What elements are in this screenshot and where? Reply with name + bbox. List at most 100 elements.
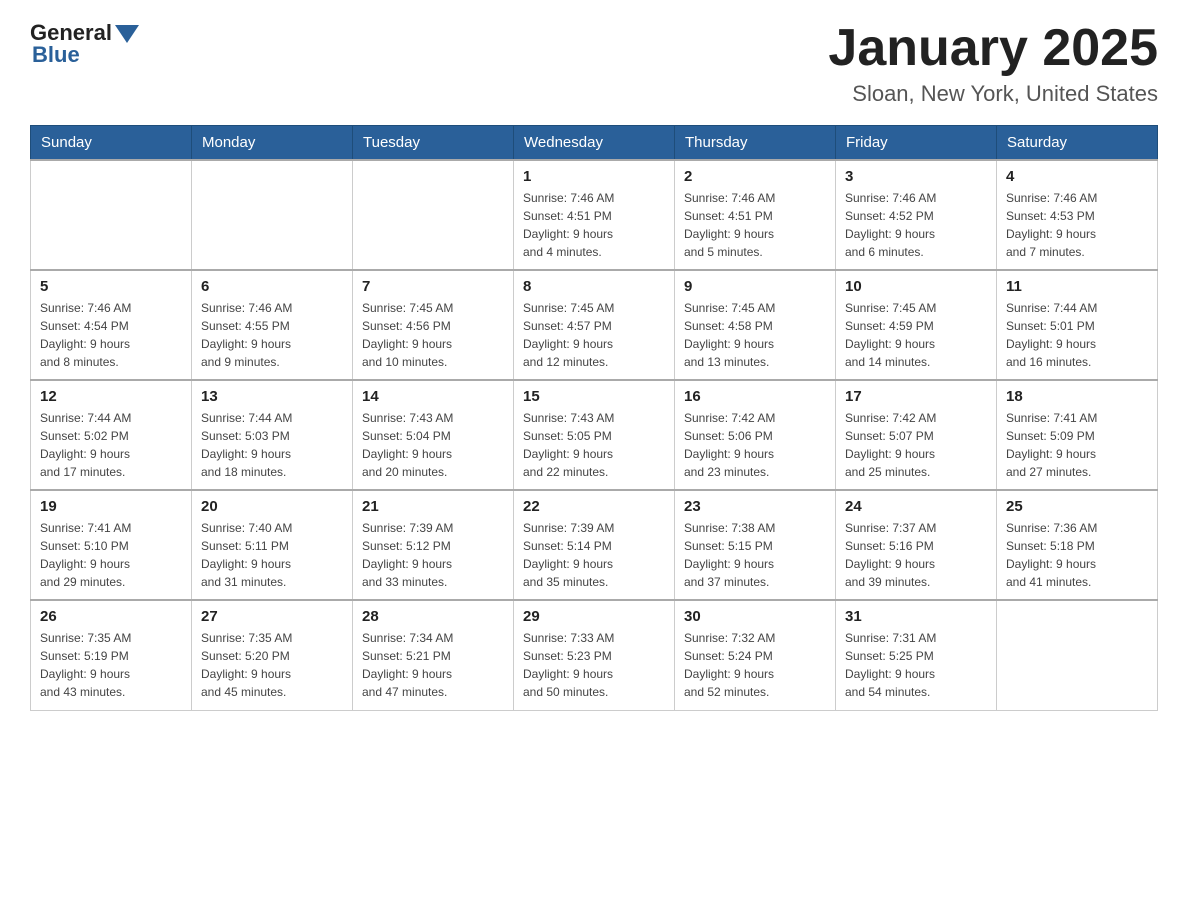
title-section: January 2025 Sloan, New York, United Sta… [828,20,1158,107]
day-info: Sunrise: 7:46 AMSunset: 4:52 PMDaylight:… [845,189,987,261]
table-row: 24 Sunrise: 7:37 AMSunset: 5:16 PMDayligh… [836,490,997,600]
day-number: 17 [845,388,987,405]
day-info: Sunrise: 7:35 AMSunset: 5:19 PMDaylight:… [40,629,182,701]
day-number: 4 [1006,168,1148,185]
table-row: 25Sunrise: 7:36 AMSunset: 5:18 PMDayligh… [997,490,1158,600]
day-number: 22 [523,498,665,515]
day-info: Sunrise: 7:46 AMSunset: 4:53 PMDaylight:… [1006,189,1148,261]
day-number: 14 [362,388,504,405]
page-header: General Blue January 2025 Sloan, New Yor… [30,20,1158,107]
day-info: Sunrise: 7:35 AMSunset: 5:20 PMDaylight:… [201,629,343,701]
day-number: 16 [684,388,826,405]
day-info: Sunrise: 7:46 AMSunset: 4:55 PMDaylight:… [201,299,343,371]
table-row: 21Sunrise: 7:39 AMSunset: 5:12 PMDayligh… [353,490,514,600]
table-row: 29Sunrise: 7:33 AMSunset: 5:23 PMDayligh… [514,600,675,710]
table-row [192,160,353,270]
calendar-table: SundayMondayTuesdayWednesdayThursdayFrid… [30,125,1158,711]
day-number: 11 [1006,278,1148,295]
table-row: 12 Sunrise: 7:44 AMSunset: 5:02 PMDayligh… [31,380,192,490]
header-monday: Monday [192,126,353,161]
day-number: 19 [40,498,182,515]
table-row: 6 Sunrise: 7:46 AMSunset: 4:55 PMDaylight… [192,270,353,380]
day-info: Sunrise: 7:44 AMSunset: 5:01 PMDaylight:… [1006,299,1148,371]
calendar-subtitle: Sloan, New York, United States [828,81,1158,107]
header-saturday: Saturday [997,126,1158,161]
table-row: 14 Sunrise: 7:43 AMSunset: 5:04 PMDayligh… [353,380,514,490]
day-number: 20 [201,498,343,515]
table-row: 13 Sunrise: 7:44 AMSunset: 5:03 PMDayligh… [192,380,353,490]
day-info: Sunrise: 7:31 AMSunset: 5:25 PMDaylight:… [845,629,987,701]
day-info: Sunrise: 7:43 AMSunset: 5:04 PMDaylight:… [362,409,504,481]
day-number: 6 [201,278,343,295]
day-info: Sunrise: 7:41 AMSunset: 5:09 PMDaylight:… [1006,409,1148,481]
day-info: Sunrise: 7:44 AMSunset: 5:03 PMDaylight:… [201,409,343,481]
day-info: Sunrise: 7:45 AMSunset: 4:58 PMDaylight:… [684,299,826,371]
day-number: 18 [1006,388,1148,405]
table-row: 11 Sunrise: 7:44 AMSunset: 5:01 PMDayligh… [997,270,1158,380]
table-row: 19Sunrise: 7:41 AMSunset: 5:10 PMDayligh… [31,490,192,600]
table-row: 27 Sunrise: 7:35 AMSunset: 5:20 PMDayligh… [192,600,353,710]
table-row: 2 Sunrise: 7:46 AMSunset: 4:51 PMDaylight… [675,160,836,270]
table-row: 16 Sunrise: 7:42 AMSunset: 5:06 PMDayligh… [675,380,836,490]
day-number: 10 [845,278,987,295]
day-info: Sunrise: 7:43 AMSunset: 5:05 PMDaylight:… [523,409,665,481]
table-row: 17 Sunrise: 7:42 AMSunset: 5:07 PMDayligh… [836,380,997,490]
day-number: 12 [40,388,182,405]
day-number: 2 [684,168,826,185]
day-info: Sunrise: 7:46 AMSunset: 4:51 PMDaylight:… [523,189,665,261]
day-info: Sunrise: 7:45 AMSunset: 4:57 PMDaylight:… [523,299,665,371]
table-row: 3 Sunrise: 7:46 AMSunset: 4:52 PMDaylight… [836,160,997,270]
day-number: 5 [40,278,182,295]
table-row: 8 Sunrise: 7:45 AMSunset: 4:57 PMDaylight… [514,270,675,380]
table-row: 9 Sunrise: 7:45 AMSunset: 4:58 PMDaylight… [675,270,836,380]
header-wednesday: Wednesday [514,126,675,161]
day-info: Sunrise: 7:42 AMSunset: 5:07 PMDaylight:… [845,409,987,481]
table-row: 22Sunrise: 7:39 AMSunset: 5:14 PMDayligh… [514,490,675,600]
day-info: Sunrise: 7:44 AMSunset: 5:02 PMDaylight:… [40,409,182,481]
calendar-header: SundayMondayTuesdayWednesdayThursdayFrid… [31,126,1158,161]
table-row [353,160,514,270]
day-info: Sunrise: 7:40 AMSunset: 5:11 PMDaylight:… [201,519,343,591]
table-row: 26 Sunrise: 7:35 AMSunset: 5:19 PMDayligh… [31,600,192,710]
day-number: 23 [684,498,826,515]
day-info: Sunrise: 7:36 AMSunset: 5:18 PMDaylight:… [1006,519,1148,591]
day-number: 31 [845,608,987,625]
header-sunday: Sunday [31,126,192,161]
day-number: 28 [362,608,504,625]
day-number: 7 [362,278,504,295]
day-info: Sunrise: 7:34 AMSunset: 5:21 PMDaylight:… [362,629,504,701]
day-info: Sunrise: 7:37 AMSunset: 5:16 PMDaylight:… [845,519,987,591]
header-tuesday: Tuesday [353,126,514,161]
day-number: 24 [845,498,987,515]
day-number: 26 [40,608,182,625]
day-info: Sunrise: 7:42 AMSunset: 5:06 PMDaylight:… [684,409,826,481]
day-number: 27 [201,608,343,625]
table-row [31,160,192,270]
table-row: 20 Sunrise: 7:40 AMSunset: 5:11 PMDayligh… [192,490,353,600]
header-thursday: Thursday [675,126,836,161]
table-row: 1 Sunrise: 7:46 AMSunset: 4:51 PMDaylight… [514,160,675,270]
table-row [997,600,1158,710]
day-number: 9 [684,278,826,295]
day-info: Sunrise: 7:39 AMSunset: 5:12 PMDaylight:… [362,519,504,591]
table-row: 10 Sunrise: 7:45 AMSunset: 4:59 PMDayligh… [836,270,997,380]
table-row: 31 Sunrise: 7:31 AMSunset: 5:25 PMDayligh… [836,600,997,710]
table-row: 18 Sunrise: 7:41 AMSunset: 5:09 PMDayligh… [997,380,1158,490]
day-number: 8 [523,278,665,295]
day-info: Sunrise: 7:38 AMSunset: 5:15 PMDaylight:… [684,519,826,591]
day-info: Sunrise: 7:45 AMSunset: 4:56 PMDaylight:… [362,299,504,371]
day-info: Sunrise: 7:45 AMSunset: 4:59 PMDaylight:… [845,299,987,371]
table-row: 30 Sunrise: 7:32 AMSunset: 5:24 PMDayligh… [675,600,836,710]
day-number: 15 [523,388,665,405]
day-number: 3 [845,168,987,185]
day-number: 30 [684,608,826,625]
table-row: 23 Sunrise: 7:38 AMSunset: 5:15 PMDayligh… [675,490,836,600]
day-info: Sunrise: 7:46 AMSunset: 4:51 PMDaylight:… [684,189,826,261]
table-row: 5Sunrise: 7:46 AMSunset: 4:54 PMDaylight… [31,270,192,380]
header-friday: Friday [836,126,997,161]
table-row: 4 Sunrise: 7:46 AMSunset: 4:53 PMDaylight… [997,160,1158,270]
day-number: 29 [523,608,665,625]
day-number: 1 [523,168,665,185]
day-number: 13 [201,388,343,405]
day-info: Sunrise: 7:32 AMSunset: 5:24 PMDaylight:… [684,629,826,701]
